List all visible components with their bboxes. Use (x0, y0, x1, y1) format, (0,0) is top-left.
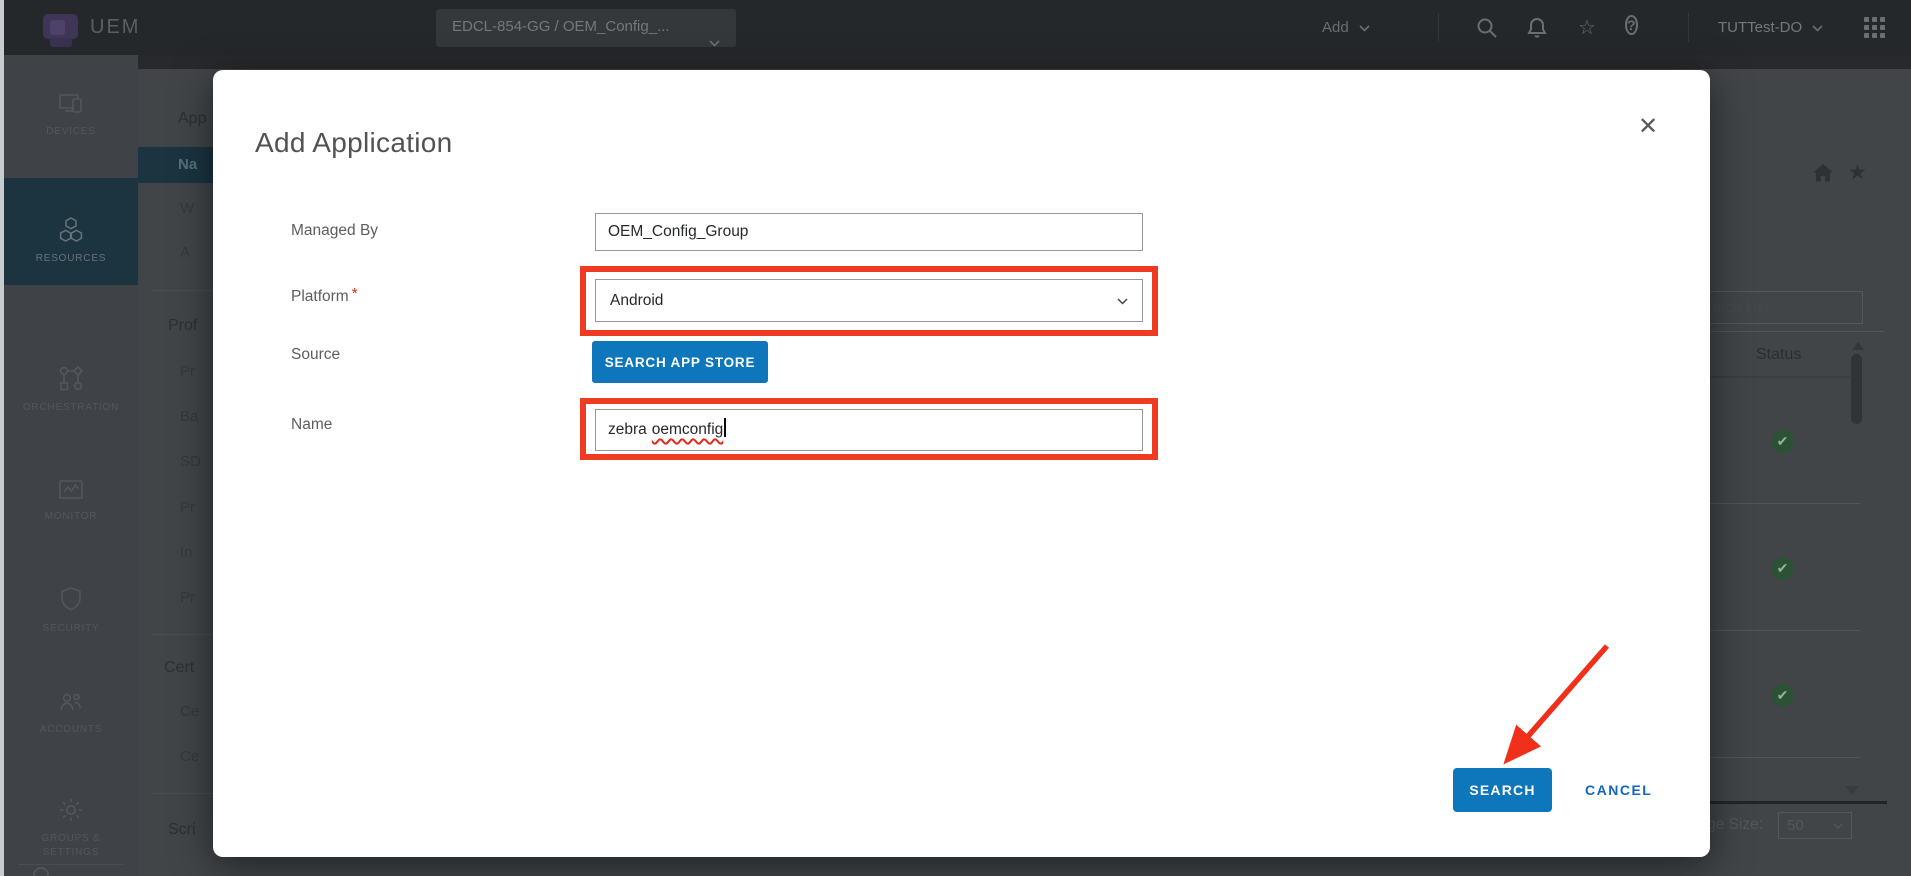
chevron-down-icon (1833, 823, 1843, 829)
monitor-chart-icon (57, 478, 85, 502)
subnav-item-selected[interactable]: Na (138, 147, 213, 183)
og-selector-label: EDCL-854-GG / OEM_Config_... (452, 18, 670, 35)
account-label: TUTTest-DO (1718, 19, 1802, 36)
devices-icon (57, 91, 85, 117)
gear-icon (57, 796, 85, 824)
platform-label: Platform* (291, 285, 358, 306)
list-footer-dropdown-icon[interactable] (1845, 786, 1859, 795)
subnav-header-scripts: Scri (168, 821, 196, 839)
topbar: UEM EDCL-854-GG / OEM_Config_... Add ☆ ?… (0, 0, 1911, 55)
shield-icon (58, 586, 84, 614)
search-icon[interactable] (1475, 16, 1499, 40)
subnav-item[interactable]: Ba (180, 408, 198, 425)
subnav-header-apps: App (178, 110, 206, 128)
subnav-item[interactable]: In (180, 544, 193, 561)
subnav-item[interactable]: W (180, 200, 194, 217)
status-ok-icon: ✔ (1771, 557, 1794, 580)
subnav-divider (152, 290, 213, 291)
managed-by-input[interactable] (595, 213, 1143, 251)
subnav-header-certificates: Cert (164, 659, 194, 677)
people-icon (57, 689, 85, 715)
source-label: Source (291, 346, 340, 364)
content-top-strip (138, 55, 1911, 69)
scrollbar-up-arrow[interactable] (1852, 342, 1864, 350)
uem-console-screen: UEM EDCL-854-GG / OEM_Config_... Add ☆ ?… (0, 0, 1911, 876)
add-menu-label: Add (1322, 19, 1349, 36)
orchestration-icon (57, 365, 85, 393)
add-application-modal: Add Application ✕ Managed By Platform* A… (213, 70, 1710, 857)
subnav-divider (152, 793, 213, 794)
name-input-misspelled-word: oemconfig (652, 421, 724, 438)
subnav-item[interactable]: Pr (180, 499, 195, 516)
sidebar-divider (18, 864, 124, 865)
topbar-divider (1688, 13, 1689, 42)
chevron-down-icon (1359, 25, 1370, 32)
platform-select-value: Android (610, 292, 663, 309)
cancel-button[interactable]: CANCEL (1579, 781, 1658, 799)
search-button[interactable]: SEARCH (1453, 768, 1552, 812)
subnav-divider (152, 634, 213, 635)
sidebar-item-groups-settings[interactable]: GROUPS & SETTINGS (4, 740, 138, 860)
add-menu[interactable]: Add (1322, 0, 1370, 55)
close-icon[interactable]: ✕ (1631, 110, 1665, 144)
sidebar-item-monitor[interactable]: MONITOR (4, 430, 138, 530)
chevron-down-icon (709, 25, 720, 61)
chevron-down-icon (1117, 298, 1128, 305)
status-ok-icon: ✔ (1771, 430, 1794, 453)
account-menu[interactable]: TUTTest-DO (1718, 0, 1823, 55)
subnav-item[interactable]: Ce (180, 748, 199, 765)
sidebar-item-resources[interactable]: RESOURCES (4, 178, 138, 285)
scrollbar-thumb[interactable] (1851, 354, 1862, 424)
page-size-select[interactable]: 50 (1778, 812, 1852, 839)
help-icon[interactable]: ? (1625, 16, 1649, 40)
list-footer-divider (1680, 801, 1887, 804)
status-ok-icon: ✔ (1771, 684, 1794, 707)
topbar-divider (1438, 13, 1439, 42)
name-input[interactable]: zebra oemconfig (595, 409, 1143, 451)
modal-title: Add Application (255, 127, 453, 159)
sidebar-item-security[interactable]: SECURITY (4, 530, 138, 635)
subnav-item[interactable]: SD (180, 453, 201, 470)
status-column-header: Status (1756, 346, 1801, 364)
platform-select[interactable]: Android (595, 279, 1143, 322)
left-edge-strip (0, 0, 4, 876)
bell-icon[interactable] (1525, 16, 1549, 40)
required-asterisk: * (352, 285, 358, 302)
managed-by-label: Managed By (291, 222, 378, 240)
name-label: Name (291, 416, 332, 434)
home-icon[interactable] (1812, 163, 1834, 183)
sidebar-item-orchestration[interactable]: ORCHESTRATION (4, 285, 138, 430)
subnav-item[interactable]: A (180, 244, 190, 261)
name-input-value: zebra (608, 421, 647, 438)
resources-cubes-icon (56, 216, 86, 244)
subnav-item[interactable]: Pr (180, 363, 195, 380)
sidebar-item-devices[interactable]: DEVICES (4, 66, 138, 178)
organization-group-selector[interactable]: EDCL-854-GG / OEM_Config_... (436, 9, 736, 47)
chevron-down-icon (1812, 25, 1823, 32)
sidebar: DEVICES RESOURCES ORCHESTRATION MONITOR (4, 55, 138, 876)
app-grid-icon[interactable] (1864, 17, 1885, 38)
search-app-store-button[interactable]: SEARCH APP STORE (592, 341, 768, 383)
sidebar-footer-icon (33, 867, 49, 876)
sidebar-item-accounts[interactable]: ACCOUNTS (4, 635, 138, 740)
brand-label: UEM (90, 0, 140, 55)
subnav-header-profiles: Prof (168, 317, 197, 335)
subnav-item[interactable]: Ce (180, 703, 199, 720)
favorite-page-star-icon[interactable]: ★ (1848, 160, 1867, 185)
subnav-item[interactable]: Pr (180, 589, 195, 606)
text-cursor (724, 418, 726, 437)
favorites-star-icon[interactable]: ☆ (1575, 16, 1599, 40)
